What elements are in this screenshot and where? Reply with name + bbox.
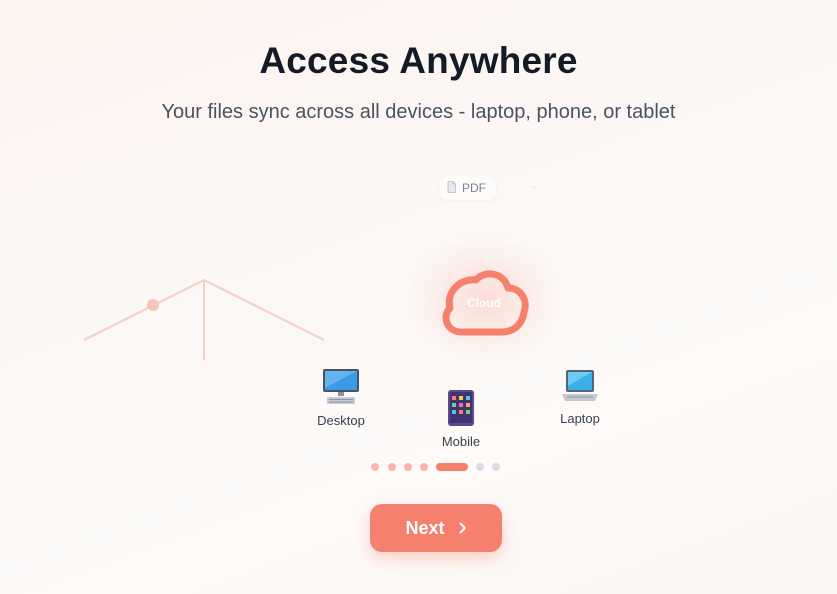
pagination-dot[interactable] — [388, 463, 396, 471]
pagination-dot[interactable] — [371, 463, 379, 471]
chevron-right-icon — [459, 522, 466, 534]
device-desktop: Desktop — [313, 368, 369, 428]
pagination-dot[interactable] — [492, 463, 500, 471]
page-subtitle: Your files sync across all devices - lap… — [161, 101, 676, 123]
document-icon — [447, 180, 456, 196]
pagination-dot[interactable] — [476, 463, 484, 471]
device-laptop: Laptop — [555, 368, 605, 426]
pagination-dot[interactable] — [420, 463, 428, 471]
laptop-icon — [562, 370, 598, 401]
cloud-hub: Cloud — [438, 270, 530, 338]
device-label: Desktop — [317, 413, 365, 428]
file-chip-label: PDF — [462, 181, 486, 195]
device-mobile: Mobile — [437, 389, 485, 449]
pagination-dot-active[interactable] — [436, 463, 468, 471]
page-title: Access Anywhere — [259, 40, 578, 81]
next-button-label: Next — [405, 517, 445, 538]
next-button[interactable]: Next — [370, 504, 502, 552]
device-label: Mobile — [441, 434, 481, 449]
desktop-computer-icon — [323, 369, 359, 404]
cloud-label: Cloud — [467, 296, 501, 310]
tablet-icon — [448, 390, 474, 426]
device-label: Laptop — [560, 411, 600, 426]
pagination-dot[interactable] — [404, 463, 412, 471]
file-chip-pdf: PDF — [440, 176, 496, 200]
arrow-right-icon: → — [528, 181, 538, 192]
